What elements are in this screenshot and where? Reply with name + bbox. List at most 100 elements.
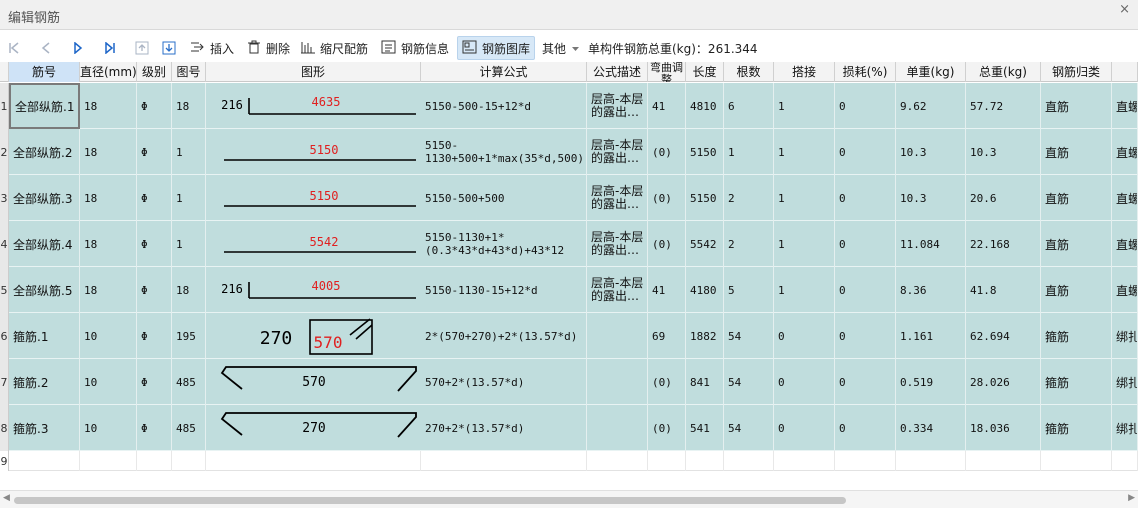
other-menu-button[interactable]: 其他 bbox=[542, 36, 580, 60]
cell-formula[interactable]: 270+2*(13.57*d) bbox=[421, 405, 587, 451]
cell-formula[interactable]: 5150-1130-15+12*d bbox=[421, 267, 587, 313]
cell-grade[interactable]: Φ bbox=[137, 359, 172, 405]
cell-category[interactable]: 直筋 bbox=[1041, 83, 1112, 129]
scroll-right-icon[interactable]: ▶ bbox=[1128, 493, 1135, 503]
cell-shape[interactable]: 5150 bbox=[206, 175, 421, 221]
cell-grade[interactable]: Φ bbox=[137, 129, 172, 175]
last-record-icon[interactable] bbox=[104, 36, 116, 60]
cell-loss[interactable] bbox=[835, 451, 896, 471]
cell-loss[interactable]: 0 bbox=[835, 129, 896, 175]
cell-formula[interactable]: 570+2*(13.57*d) bbox=[421, 359, 587, 405]
cell-total-weight[interactable] bbox=[966, 451, 1041, 471]
cell-shape[interactable]: 270 570 bbox=[206, 313, 421, 359]
close-icon[interactable]: × bbox=[1119, 2, 1130, 17]
cell-diameter[interactable] bbox=[80, 451, 137, 471]
table-row[interactable]: 8 箍筋.3 10 Φ 485 270 270+2*(13.57*d) (0) 541 54 0 0 0… bbox=[0, 405, 1138, 451]
move-down-icon[interactable] bbox=[162, 36, 176, 60]
cell-length[interactable]: 4180 bbox=[686, 267, 724, 313]
cell-name[interactable]: 箍筋.1 bbox=[9, 313, 80, 359]
cell-total-weight[interactable]: 22.168 bbox=[966, 221, 1041, 267]
cell-formula-desc[interactable] bbox=[587, 405, 648, 451]
cell-unit-weight[interactable]: 0.334 bbox=[896, 405, 966, 451]
cell-loss[interactable]: 0 bbox=[835, 267, 896, 313]
cell-unit-weight[interactable]: 0.519 bbox=[896, 359, 966, 405]
cell-figure-no[interactable]: 485 bbox=[172, 405, 206, 451]
cell-category[interactable]: 直筋 bbox=[1041, 129, 1112, 175]
cell-formula[interactable]: 5150-500-15+12*d bbox=[421, 83, 587, 129]
cell-count[interactable]: 5 bbox=[724, 267, 774, 313]
cell-length[interactable]: 541 bbox=[686, 405, 724, 451]
cell-bend-adjust[interactable]: (0) bbox=[648, 221, 686, 267]
delete-button[interactable]: 删除 bbox=[246, 36, 290, 60]
cell-shape[interactable] bbox=[206, 451, 421, 471]
col-header-category[interactable]: 钢筋归类 bbox=[1041, 62, 1112, 82]
cell-name[interactable]: 全部纵筋.5 bbox=[9, 267, 80, 313]
col-header-grade[interactable]: 级别 bbox=[137, 62, 172, 82]
cell-formula[interactable]: 2*(570+270)+2*(13.57*d) bbox=[421, 313, 587, 359]
cell-figure-no[interactable]: 18 bbox=[172, 83, 206, 129]
cell-extra[interactable]: 直螺 bbox=[1112, 175, 1138, 221]
cell-grade[interactable] bbox=[137, 451, 172, 471]
cell-diameter[interactable]: 18 bbox=[80, 129, 137, 175]
table-row[interactable]: 4 全部纵筋.4 18 Φ 1 5542 5150-1130+1*(0.3*43*d+43*… bbox=[0, 221, 1138, 267]
cell-figure-no[interactable] bbox=[172, 451, 206, 471]
next-record-icon[interactable] bbox=[72, 36, 84, 60]
cell-formula-desc[interactable]: 层高-本层的露出… bbox=[587, 221, 648, 267]
cell-bend-adjust[interactable]: 69 bbox=[648, 313, 686, 359]
cell-shape[interactable]: 270 bbox=[206, 405, 421, 451]
cell-diameter[interactable]: 10 bbox=[80, 405, 137, 451]
cell-lap[interactable]: 1 bbox=[774, 221, 835, 267]
cell-length[interactable] bbox=[686, 451, 724, 471]
table-row[interactable]: 3 全部纵筋.3 18 Φ 1 5150 5150-500+500 层高-本层的露出… (0) 5… bbox=[0, 175, 1138, 221]
cell-category[interactable]: 直筋 bbox=[1041, 221, 1112, 267]
cell-category[interactable]: 箍筋 bbox=[1041, 405, 1112, 451]
cell-figure-no[interactable]: 485 bbox=[172, 359, 206, 405]
cell-bend-adjust[interactable]: 41 bbox=[648, 267, 686, 313]
cell-lap[interactable] bbox=[774, 451, 835, 471]
cell-loss[interactable]: 0 bbox=[835, 313, 896, 359]
table-row[interactable]: 2 全部纵筋.2 18 Φ 1 5150 5150-1130+500+1*max(35*d,… bbox=[0, 129, 1138, 175]
col-header-loss[interactable]: 损耗(%) bbox=[835, 62, 896, 82]
cell-formula-desc[interactable]: 层高-本层的露出… bbox=[587, 129, 648, 175]
cell-figure-no[interactable]: 195 bbox=[172, 313, 206, 359]
cell-unit-weight[interactable]: 11.084 bbox=[896, 221, 966, 267]
cell-bend-adjust[interactable]: (0) bbox=[648, 359, 686, 405]
cell-count[interactable] bbox=[724, 451, 774, 471]
cell-bend-adjust[interactable]: (0) bbox=[648, 405, 686, 451]
cell-grade[interactable]: Φ bbox=[137, 175, 172, 221]
cell-length[interactable]: 5542 bbox=[686, 221, 724, 267]
cell-count[interactable]: 2 bbox=[724, 221, 774, 267]
prev-record-icon[interactable] bbox=[40, 36, 52, 60]
cell-formula-desc[interactable] bbox=[587, 359, 648, 405]
cell-shape[interactable]: 5542 bbox=[206, 221, 421, 267]
rebar-library-button[interactable]: 钢筋图库 bbox=[457, 36, 536, 60]
cell-lap[interactable]: 0 bbox=[774, 405, 835, 451]
cell-lap[interactable]: 0 bbox=[774, 313, 835, 359]
cell-name[interactable]: 箍筋.3 bbox=[9, 405, 80, 451]
cell-shape[interactable]: 5150 bbox=[206, 129, 421, 175]
cell-unit-weight[interactable]: 1.161 bbox=[896, 313, 966, 359]
cell-shape[interactable]: 216 4005 bbox=[206, 267, 421, 313]
table-row[interactable]: 1 全部纵筋.1 18 Φ 18 216 4635 5150-500-15+12*d 层高-本层… bbox=[0, 83, 1138, 129]
cell-figure-no[interactable]: 1 bbox=[172, 221, 206, 267]
cell-grade[interactable]: Φ bbox=[137, 405, 172, 451]
cell-loss[interactable]: 0 bbox=[835, 83, 896, 129]
cell-diameter[interactable]: 18 bbox=[80, 221, 137, 267]
cell-formula-desc[interactable]: 层高-本层的露出… bbox=[587, 267, 648, 313]
cell-length[interactable]: 1882 bbox=[686, 313, 724, 359]
cell-total-weight[interactable]: 41.8 bbox=[966, 267, 1041, 313]
cell-length[interactable]: 841 bbox=[686, 359, 724, 405]
cell-shape[interactable]: 216 4635 bbox=[206, 83, 421, 129]
move-up-icon[interactable] bbox=[135, 36, 149, 60]
cell-name[interactable]: 全部纵筋.3 bbox=[9, 175, 80, 221]
col-header-lap[interactable]: 搭接 bbox=[774, 62, 835, 82]
cell-extra[interactable] bbox=[1112, 451, 1138, 471]
cell-lap[interactable]: 1 bbox=[774, 175, 835, 221]
horizontal-scrollbar[interactable]: ◀ ▶ bbox=[0, 490, 1138, 508]
cell-figure-no[interactable]: 1 bbox=[172, 175, 206, 221]
col-header-shape[interactable]: 图形 bbox=[206, 62, 421, 82]
cell-count[interactable]: 2 bbox=[724, 175, 774, 221]
cell-bend-adjust[interactable] bbox=[648, 451, 686, 471]
cell-formula[interactable] bbox=[421, 451, 587, 471]
cell-diameter[interactable]: 18 bbox=[80, 267, 137, 313]
